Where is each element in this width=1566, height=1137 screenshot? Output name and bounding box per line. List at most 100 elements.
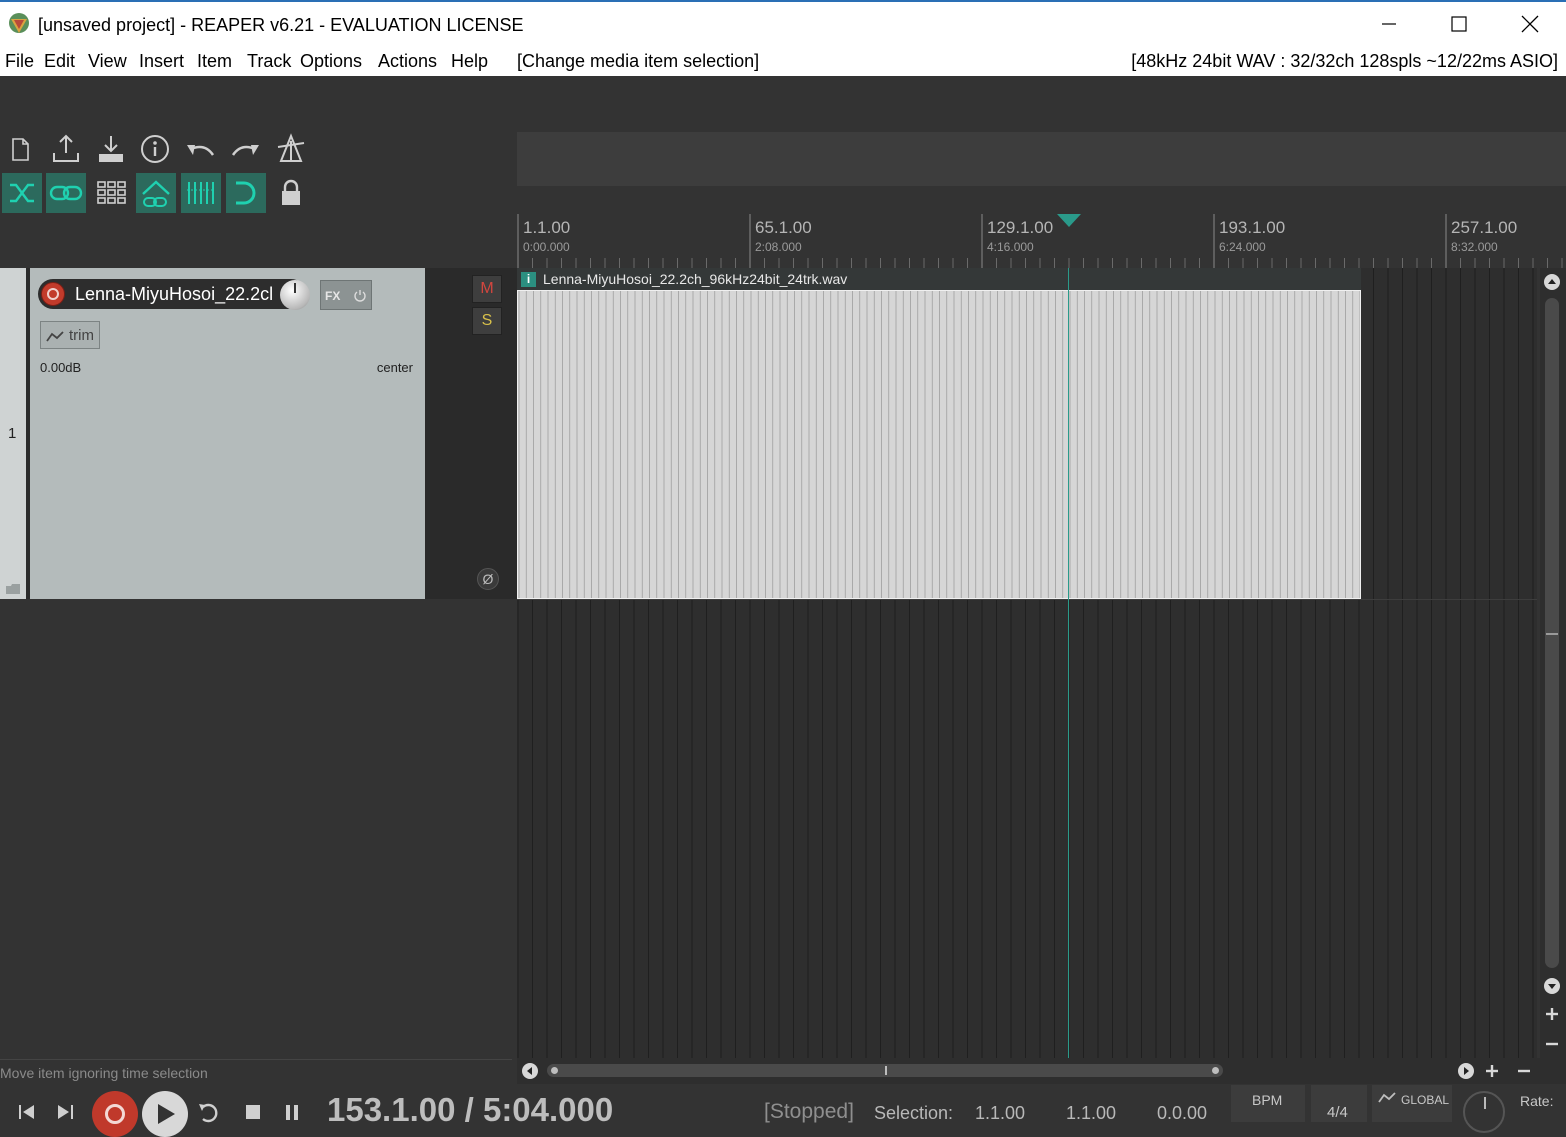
phase-invert-button[interactable]: Ø (477, 568, 499, 590)
open-project-button[interactable] (91, 129, 131, 169)
transport-position[interactable]: 153.1.00 / 5:04.000 (327, 1091, 613, 1129)
scroll-left-icon[interactable] (521, 1062, 539, 1080)
zoom-out-vertical-icon[interactable] (1544, 1036, 1560, 1052)
selection-end[interactable]: 1.1.00 (1066, 1103, 1116, 1124)
zoom-out-horizontal-icon[interactable] (1516, 1063, 1532, 1079)
menu-edit[interactable]: Edit (44, 51, 75, 72)
redo-button[interactable] (226, 129, 266, 169)
trim-label: trim (69, 327, 94, 344)
horizontal-scroll-thumb[interactable] (547, 1064, 1223, 1077)
track-name[interactable]: Lenna-MiyuHosoi_22.2cl (75, 284, 278, 305)
media-item-body[interactable] (517, 290, 1361, 599)
window-title: [unsaved project] - REAPER v6.21 - EVALU… (38, 15, 524, 35)
go-to-end-icon[interactable] (52, 1101, 78, 1121)
lock-button[interactable] (271, 173, 311, 213)
zoom-in-horizontal-icon[interactable] (1484, 1063, 1500, 1079)
close-icon (1521, 15, 1539, 33)
item-info-icon[interactable]: i (521, 272, 536, 287)
auto-crossfade-button[interactable] (136, 173, 176, 213)
metronome-button[interactable] (271, 129, 311, 169)
ruler-time-label: 8:32.000 (1451, 240, 1498, 254)
track-name-box[interactable]: Lenna-MiyuHosoi_22.2cl (38, 279, 306, 309)
volume-knob[interactable] (280, 280, 310, 310)
stop-icon[interactable] (244, 1103, 264, 1123)
selection-start[interactable]: 1.1.00 (975, 1103, 1025, 1124)
close-button[interactable] (1495, 2, 1565, 46)
region-marker-lane[interactable] (517, 132, 1566, 186)
media-item[interactable]: i Lenna-MiyuHosoi_22.2ch_96kHz24bit_24tr… (517, 268, 1361, 599)
transport-bar: 153.1.00 / 5:04.000 [Stopped] Selection:… (0, 1085, 1566, 1137)
audio-device-info[interactable]: [48kHz 24bit WAV : 32/32ch 128spls ~12/2… (1131, 51, 1558, 72)
envelope-icon (1378, 1092, 1396, 1103)
project-info-button[interactable] (135, 129, 175, 169)
mute-button[interactable]: M (472, 275, 502, 303)
ruler-time-label: 2:08.000 (755, 240, 802, 254)
repeat-icon[interactable] (196, 1099, 224, 1125)
snap-grid-icon (187, 182, 215, 204)
new-project-button[interactable] (0, 129, 40, 169)
status-hint-text: Move item ignoring time selection (0, 1065, 208, 1081)
vertical-scrollbar[interactable] (1540, 268, 1566, 1058)
scroll-down-icon[interactable] (1543, 977, 1561, 995)
time-signature: 4/4 (1327, 1104, 1348, 1121)
menu-options[interactable]: Options (300, 51, 362, 72)
media-item-header[interactable]: i Lenna-MiyuHosoi_22.2ch_96kHz24bit_24tr… (517, 268, 1361, 290)
scroll-right-icon[interactable] (1457, 1062, 1475, 1080)
timeline-ruler[interactable]: 1.1.00 0:00.000 65.1.00 2:08.000 129.1.0… (517, 214, 1566, 268)
bpm-label: BPM (1252, 1092, 1283, 1108)
menu-track[interactable]: Track (247, 51, 291, 72)
maximize-button[interactable] (1424, 2, 1494, 46)
auto-crossfade-icon (142, 180, 170, 207)
snap-grid-button[interactable] (181, 173, 221, 213)
playrate-knob[interactable] (1463, 1091, 1505, 1133)
time-signature-box[interactable]: 4/4 (1311, 1085, 1367, 1122)
play-button[interactable] (142, 1091, 188, 1137)
playhead-marker-icon[interactable] (1057, 214, 1081, 228)
fx-button[interactable]: FX (325, 289, 340, 303)
track-panel[interactable]: Lenna-MiyuHosoi_22.2cl FX trim 0.00dB ce… (30, 268, 425, 599)
folder-icon[interactable] (6, 584, 20, 594)
automation-trim-button[interactable]: trim (40, 321, 100, 349)
track-ms-column: M S Ø (425, 268, 517, 599)
bpm-box[interactable]: BPM (1231, 1085, 1305, 1122)
horizontal-scrollbar[interactable] (517, 1058, 1566, 1084)
record-button[interactable] (92, 1091, 138, 1137)
fx-bypass-power-icon[interactable] (353, 288, 367, 302)
solo-button[interactable]: S (472, 307, 502, 335)
minimize-button[interactable] (1354, 2, 1424, 46)
track-number-column[interactable]: 1 (0, 268, 26, 599)
menu-insert[interactable]: Insert (139, 51, 184, 72)
undo-button[interactable] (180, 129, 220, 169)
go-to-start-icon[interactable] (14, 1101, 40, 1121)
ruler-time-label: 0:00.000 (523, 240, 570, 254)
title-bar: [unsaved project] - REAPER v6.21 - EVALU… (0, 0, 1566, 44)
save-project-button[interactable] (46, 129, 86, 169)
arrange-view[interactable]: i Lenna-MiyuHosoi_22.2ch_96kHz24bit_24tr… (517, 268, 1537, 1058)
volume-readout: 0.00dB (40, 360, 82, 375)
ruler-bar-label: 193.1.00 (1219, 218, 1286, 237)
record-icon (105, 1104, 125, 1124)
save-project-icon (53, 134, 79, 162)
global-automation-box[interactable]: GLOBAL (1372, 1085, 1452, 1122)
rate-label: Rate: (1520, 1093, 1554, 1109)
menu-file[interactable]: File (5, 51, 34, 72)
grid-button[interactable] (92, 173, 132, 213)
pause-icon[interactable] (283, 1103, 303, 1123)
loop-button[interactable] (226, 173, 266, 213)
menu-item[interactable]: Item (197, 51, 232, 72)
scroll-up-icon[interactable] (1543, 273, 1561, 291)
menu-actions[interactable]: Actions (378, 51, 437, 72)
last-action-status: [Change media item selection] (517, 51, 760, 71)
menu-help[interactable]: Help (451, 51, 488, 72)
link-button[interactable] (46, 173, 86, 213)
selection-length[interactable]: 0.0.00 (1157, 1103, 1207, 1124)
zoom-in-vertical-icon[interactable] (1544, 1006, 1560, 1022)
menu-view[interactable]: View (88, 51, 127, 72)
redo-icon (231, 145, 259, 156)
record-arm-button[interactable] (41, 282, 65, 306)
ripple-edit-button[interactable] (2, 173, 42, 213)
playhead-line (1068, 268, 1069, 1058)
empty-track-area[interactable] (0, 599, 517, 1059)
fx-button-group[interactable]: FX (320, 280, 372, 310)
track-divider (517, 599, 1537, 600)
